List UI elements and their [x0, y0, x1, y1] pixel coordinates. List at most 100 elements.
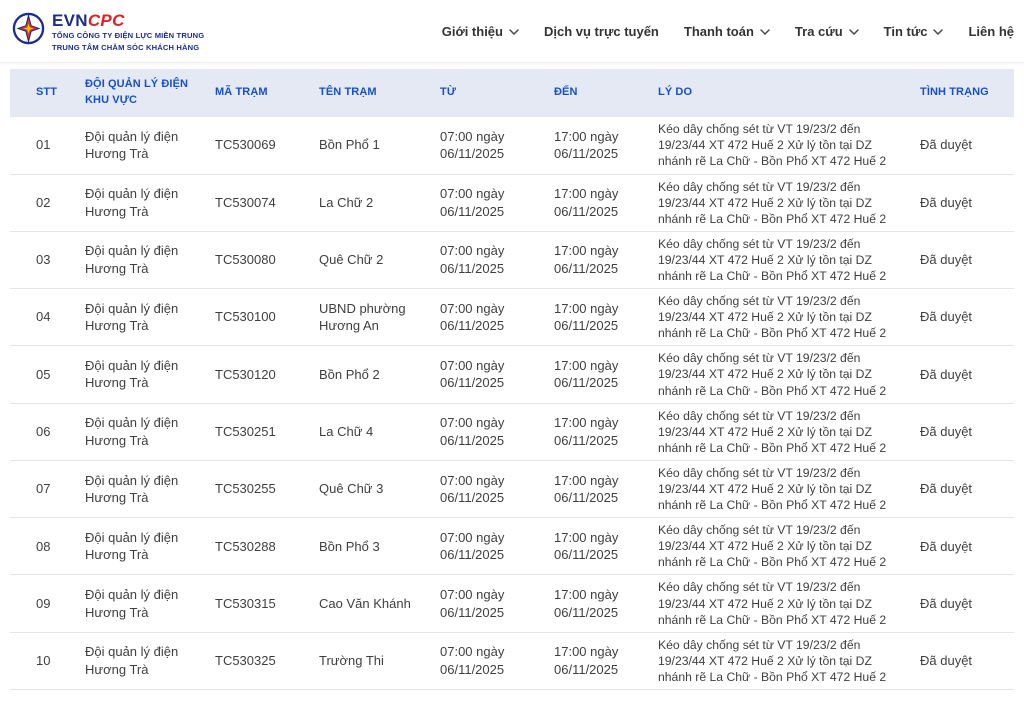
- outage-schedule-section: STT ĐỘI QUẢN LÝ ĐIỆN KHU VỰC MÃ TRẠM TÊN…: [10, 69, 1014, 690]
- cell-station-code: TC530255: [206, 460, 310, 517]
- cell-station-name: Trường Thi: [310, 632, 431, 689]
- column-header-from: TỪ: [431, 69, 545, 117]
- cell-reason: Kéo dây chống sét từ VT 19/23/2 đến 19/2…: [649, 518, 911, 575]
- cell-station-name: UBND phường Hương An: [310, 289, 431, 346]
- table-row: 02 Đội quản lý điện Hương Trà TC530074 L…: [10, 174, 1014, 231]
- table-row: 08 Đội quản lý điện Hương Trà TC530288 B…: [10, 518, 1014, 575]
- cell-station-name: Quê Chữ 3: [310, 460, 431, 517]
- header-row: STT ĐỘI QUẢN LÝ ĐIỆN KHU VỰC MÃ TRẠM TÊN…: [10, 69, 1014, 117]
- cell-station-name: Quê Chữ 2: [310, 231, 431, 288]
- outage-schedule-table: STT ĐỘI QUẢN LÝ ĐIỆN KHU VỰC MÃ TRẠM TÊN…: [10, 69, 1014, 690]
- cell-status: Đã duyệt: [911, 460, 1014, 517]
- cell-team: Đội quản lý điện Hương Trà: [76, 460, 206, 517]
- cell-status: Đã duyệt: [911, 518, 1014, 575]
- column-header-status: TÌNH TRẠNG: [911, 69, 1014, 117]
- cell-team: Đội quản lý điện Hương Trà: [76, 231, 206, 288]
- column-header-reason: LÝ DO: [649, 69, 911, 117]
- chevron-down-icon: [509, 29, 519, 35]
- cell-stt: 09: [10, 575, 76, 632]
- cell-station-name: Bồn Phổ 1: [310, 117, 431, 174]
- cell-status: Đã duyệt: [911, 403, 1014, 460]
- cell-status: Đã duyệt: [911, 575, 1014, 632]
- cell-stt: 08: [10, 518, 76, 575]
- cell-stt: 04: [10, 289, 76, 346]
- cell-station-code: TC530325: [206, 632, 310, 689]
- column-header-to: ĐẾN: [545, 69, 649, 117]
- cell-team: Đội quản lý điện Hương Trà: [76, 174, 206, 231]
- cell-to: 17:00 ngày 06/11/2025: [545, 518, 649, 575]
- cell-reason: Kéo dây chống sét từ VT 19/23/2 đến 19/2…: [649, 403, 911, 460]
- cell-from: 07:00 ngày 06/11/2025: [431, 403, 545, 460]
- cell-to: 17:00 ngày 06/11/2025: [545, 632, 649, 689]
- cell-status: Đã duyệt: [911, 231, 1014, 288]
- cell-team: Đội quản lý điện Hương Trà: [76, 117, 206, 174]
- chevron-down-icon: [933, 29, 943, 35]
- cell-to: 17:00 ngày 06/11/2025: [545, 575, 649, 632]
- nav-item-thanh-toan[interactable]: Thanh toán: [684, 24, 770, 39]
- brand-text-block: EVNCPC TỔNG CÔNG TY ĐIỆN LỰC MIỀN TRUNG …: [52, 9, 204, 53]
- table-row: 06 Đội quản lý điện Hương Trà TC530251 L…: [10, 403, 1014, 460]
- cell-station-code: TC530074: [206, 174, 310, 231]
- nav-item-tra-cuu[interactable]: Tra cứu: [795, 24, 859, 39]
- cell-to: 17:00 ngày 06/11/2025: [545, 174, 649, 231]
- cell-reason: Kéo dây chống sét từ VT 19/23/2 đến 19/2…: [649, 231, 911, 288]
- cell-to: 17:00 ngày 06/11/2025: [545, 403, 649, 460]
- cell-station-code: TC530069: [206, 117, 310, 174]
- cell-station-name: Bồn Phổ 2: [310, 346, 431, 403]
- outage-table-head: STT ĐỘI QUẢN LÝ ĐIỆN KHU VỰC MÃ TRẠM TÊN…: [10, 69, 1014, 117]
- table-row: 05 Đội quản lý điện Hương Trà TC530120 B…: [10, 346, 1014, 403]
- cell-status: Đã duyệt: [911, 289, 1014, 346]
- nav-item-lien-he[interactable]: Liên hệ: [968, 24, 1014, 39]
- table-row: 10 Đội quản lý điện Hương Trà TC530325 T…: [10, 632, 1014, 689]
- outage-table-body: 01 Đội quản lý điện Hương Trà TC530069 B…: [10, 117, 1014, 690]
- column-header-team: ĐỘI QUẢN LÝ ĐIỆN KHU VỰC: [76, 69, 206, 117]
- cell-station-code: TC530251: [206, 403, 310, 460]
- cell-stt: 10: [10, 632, 76, 689]
- cell-reason: Kéo dây chống sét từ VT 19/23/2 đến 19/2…: [649, 174, 911, 231]
- cell-station-name: Cao Văn Khánh: [310, 575, 431, 632]
- column-header-stt: STT: [10, 69, 76, 117]
- chevron-down-icon: [760, 29, 770, 35]
- nav-item-tin-tuc[interactable]: Tin tức: [884, 24, 944, 39]
- cell-from: 07:00 ngày 06/11/2025: [431, 632, 545, 689]
- cell-team: Đội quản lý điện Hương Trà: [76, 518, 206, 575]
- cell-stt: 06: [10, 403, 76, 460]
- nav-item-label: Dịch vụ trực tuyến: [544, 24, 659, 39]
- cell-reason: Kéo dây chống sét từ VT 19/23/2 đến 19/2…: [649, 632, 911, 689]
- cell-station-name: Bồn Phổ 3: [310, 518, 431, 575]
- cell-team: Đội quản lý điện Hương Trà: [76, 403, 206, 460]
- cell-team: Đội quản lý điện Hương Trà: [76, 575, 206, 632]
- cell-station-code: TC530120: [206, 346, 310, 403]
- cell-stt: 02: [10, 174, 76, 231]
- brand-logo[interactable]: EVNCPC TỔNG CÔNG TY ĐIỆN LỰC MIỀN TRUNG …: [12, 9, 204, 53]
- cell-stt: 07: [10, 460, 76, 517]
- cell-stt: 01: [10, 117, 76, 174]
- cell-station-code: TC530288: [206, 518, 310, 575]
- cell-reason: Kéo dây chống sét từ VT 19/23/2 đến 19/2…: [649, 117, 911, 174]
- cell-to: 17:00 ngày 06/11/2025: [545, 460, 649, 517]
- cell-to: 17:00 ngày 06/11/2025: [545, 231, 649, 288]
- table-row: 03 Đội quản lý điện Hương Trà TC530080 Q…: [10, 231, 1014, 288]
- table-row: 01 Đội quản lý điện Hương Trà TC530069 B…: [10, 117, 1014, 174]
- cell-status: Đã duyệt: [911, 117, 1014, 174]
- table-row: 04 Đội quản lý điện Hương Trà TC530100 U…: [10, 289, 1014, 346]
- cell-from: 07:00 ngày 06/11/2025: [431, 460, 545, 517]
- nav-item-gioi-thieu[interactable]: Giới thiệu: [442, 24, 519, 39]
- cell-team: Đội quản lý điện Hương Trà: [76, 346, 206, 403]
- nav-item-label: Tra cứu: [795, 24, 843, 39]
- cell-from: 07:00 ngày 06/11/2025: [431, 346, 545, 403]
- nav-item-dich-vu-truc-tuyen[interactable]: Dịch vụ trực tuyến: [544, 24, 659, 39]
- cell-from: 07:00 ngày 06/11/2025: [431, 117, 545, 174]
- cell-to: 17:00 ngày 06/11/2025: [545, 346, 649, 403]
- cell-reason: Kéo dây chống sét từ VT 19/23/2 đến 19/2…: [649, 289, 911, 346]
- brand-name-evn: EVN: [52, 11, 88, 30]
- cell-station-name: La Chữ 2: [310, 174, 431, 231]
- cell-team: Đội quản lý điện Hương Trà: [76, 632, 206, 689]
- cell-station-code: TC530080: [206, 231, 310, 288]
- nav-item-label: Tin tức: [884, 24, 928, 39]
- cell-station-code: TC530315: [206, 575, 310, 632]
- cell-status: Đã duyệt: [911, 174, 1014, 231]
- brand-subtitle-company: TỔNG CÔNG TY ĐIỆN LỰC MIỀN TRUNG: [52, 30, 204, 41]
- brand-name-cpc: CPC: [88, 11, 125, 30]
- cell-from: 07:00 ngày 06/11/2025: [431, 174, 545, 231]
